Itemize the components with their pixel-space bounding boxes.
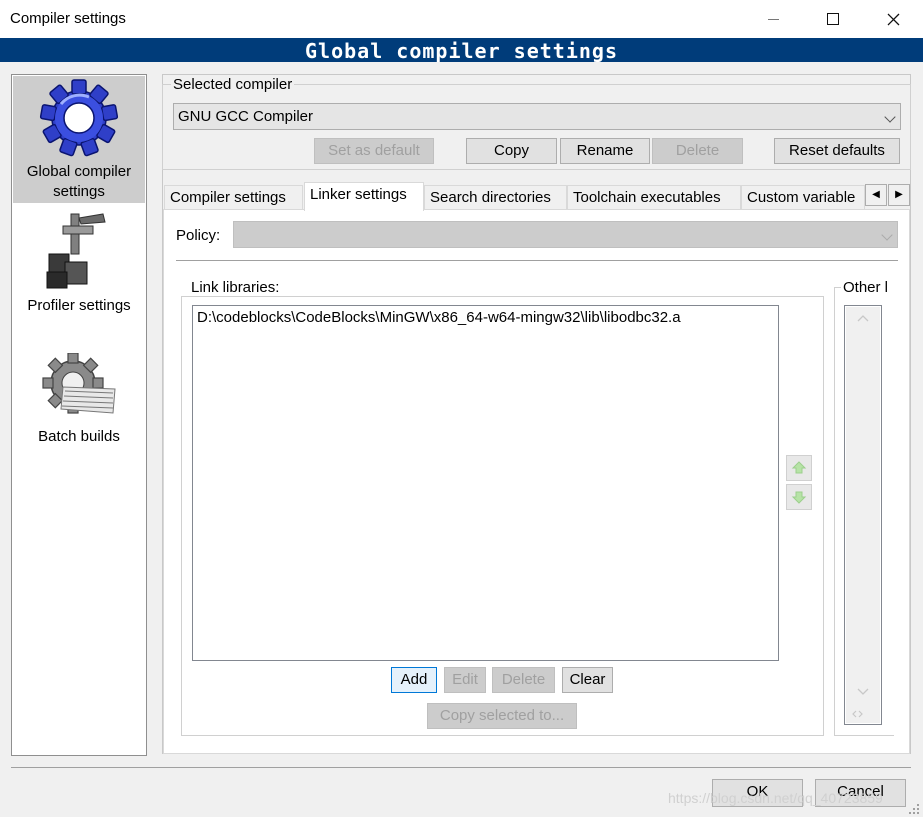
arrow-up-icon [791, 461, 807, 474]
delete-library-button[interactable]: Delete [492, 667, 555, 693]
copy-compiler-button[interactable]: Copy [466, 138, 557, 164]
link-libraries-label: Link libraries: [189, 279, 282, 296]
scroll-down-icon [857, 688, 869, 695]
set-as-default-button[interactable]: Set as default [314, 138, 434, 164]
tab-toolchain-executables[interactable]: Toolchain executables [567, 185, 741, 210]
caret-right-icon: ▶ [895, 189, 903, 200]
edit-library-button[interactable]: Edit [444, 667, 486, 693]
category-batch-builds[interactable]: Batch builds [13, 353, 145, 453]
tab-scroll-right-button[interactable]: ▶ [888, 184, 910, 206]
resize-grip-icon[interactable] [908, 803, 920, 815]
add-library-button[interactable]: Add [391, 667, 437, 693]
divider [11, 767, 911, 768]
banner-title: Global compiler settings [305, 39, 618, 63]
chevron-down-icon [884, 111, 896, 123]
close-button[interactable] [868, 0, 918, 38]
gear-icon [39, 79, 119, 157]
policy-select[interactable] [233, 221, 898, 248]
profiler-icon [46, 213, 106, 289]
chevron-down-icon [881, 229, 893, 241]
category-profiler-settings[interactable]: Profiler settings [13, 210, 145, 322]
divider [176, 260, 898, 261]
link-libraries-list[interactable]: D:\codeblocks\CodeBlocks\MinGW\x86_64-w6… [192, 305, 779, 661]
policy-label: Policy: [176, 227, 221, 244]
category-label: Global compiler settings [26, 163, 132, 200]
compiler-select-value: GNU GCC Compiler [178, 108, 314, 125]
maximize-button[interactable] [808, 0, 858, 38]
list-item[interactable]: D:\codeblocks\CodeBlocks\MinGW\x86_64-w6… [197, 309, 681, 326]
move-up-button[interactable] [786, 455, 812, 481]
minimize-button[interactable] [748, 0, 798, 38]
category-list: Global compiler settings Profiler settin… [11, 74, 147, 756]
window-title: Compiler settings [10, 10, 126, 27]
category-label: Profiler settings [27, 297, 131, 314]
arrow-down-icon [791, 491, 807, 504]
tab-compiler-settings[interactable]: Compiler settings [164, 185, 303, 210]
selected-compiler-label: Selected compiler [171, 76, 295, 93]
tab-custom-variables[interactable]: Custom variable [741, 185, 865, 210]
category-global-compiler-settings[interactable]: Global compiler settings [13, 76, 145, 203]
minimize-icon [767, 18, 779, 20]
batch-builds-icon [42, 353, 116, 414]
close-icon [887, 13, 899, 25]
tab-scroll-left-button[interactable]: ◀ [865, 184, 887, 206]
tab-bar: Compiler settings Linker settings Search… [162, 182, 911, 211]
compiler-select[interactable]: GNU GCC Compiler [173, 103, 901, 130]
copy-selected-to-button[interactable]: Copy selected to... [427, 703, 577, 729]
watermark: https://blog.csdn.net/qq_40723859 [668, 790, 883, 806]
other-linker-options-label: Other l [841, 279, 894, 296]
scroll-up-icon [857, 315, 869, 322]
caret-left-icon: ◀ [872, 189, 880, 200]
clear-libraries-button[interactable]: Clear [562, 667, 613, 693]
scrollbar[interactable] [846, 307, 880, 723]
delete-compiler-button[interactable]: Delete [652, 138, 743, 164]
tab-linker-settings[interactable]: Linker settings [304, 182, 424, 211]
rename-compiler-button[interactable]: Rename [560, 138, 650, 164]
scroll-left-icon [852, 710, 863, 718]
reset-defaults-button[interactable]: Reset defaults [774, 138, 900, 164]
other-linker-options-textarea[interactable] [844, 305, 882, 725]
tab-search-directories[interactable]: Search directories [424, 185, 567, 210]
category-label: Batch builds [38, 428, 120, 445]
maximize-icon [827, 13, 839, 25]
move-down-button[interactable] [786, 484, 812, 510]
banner: Global compiler settings [0, 38, 923, 63]
